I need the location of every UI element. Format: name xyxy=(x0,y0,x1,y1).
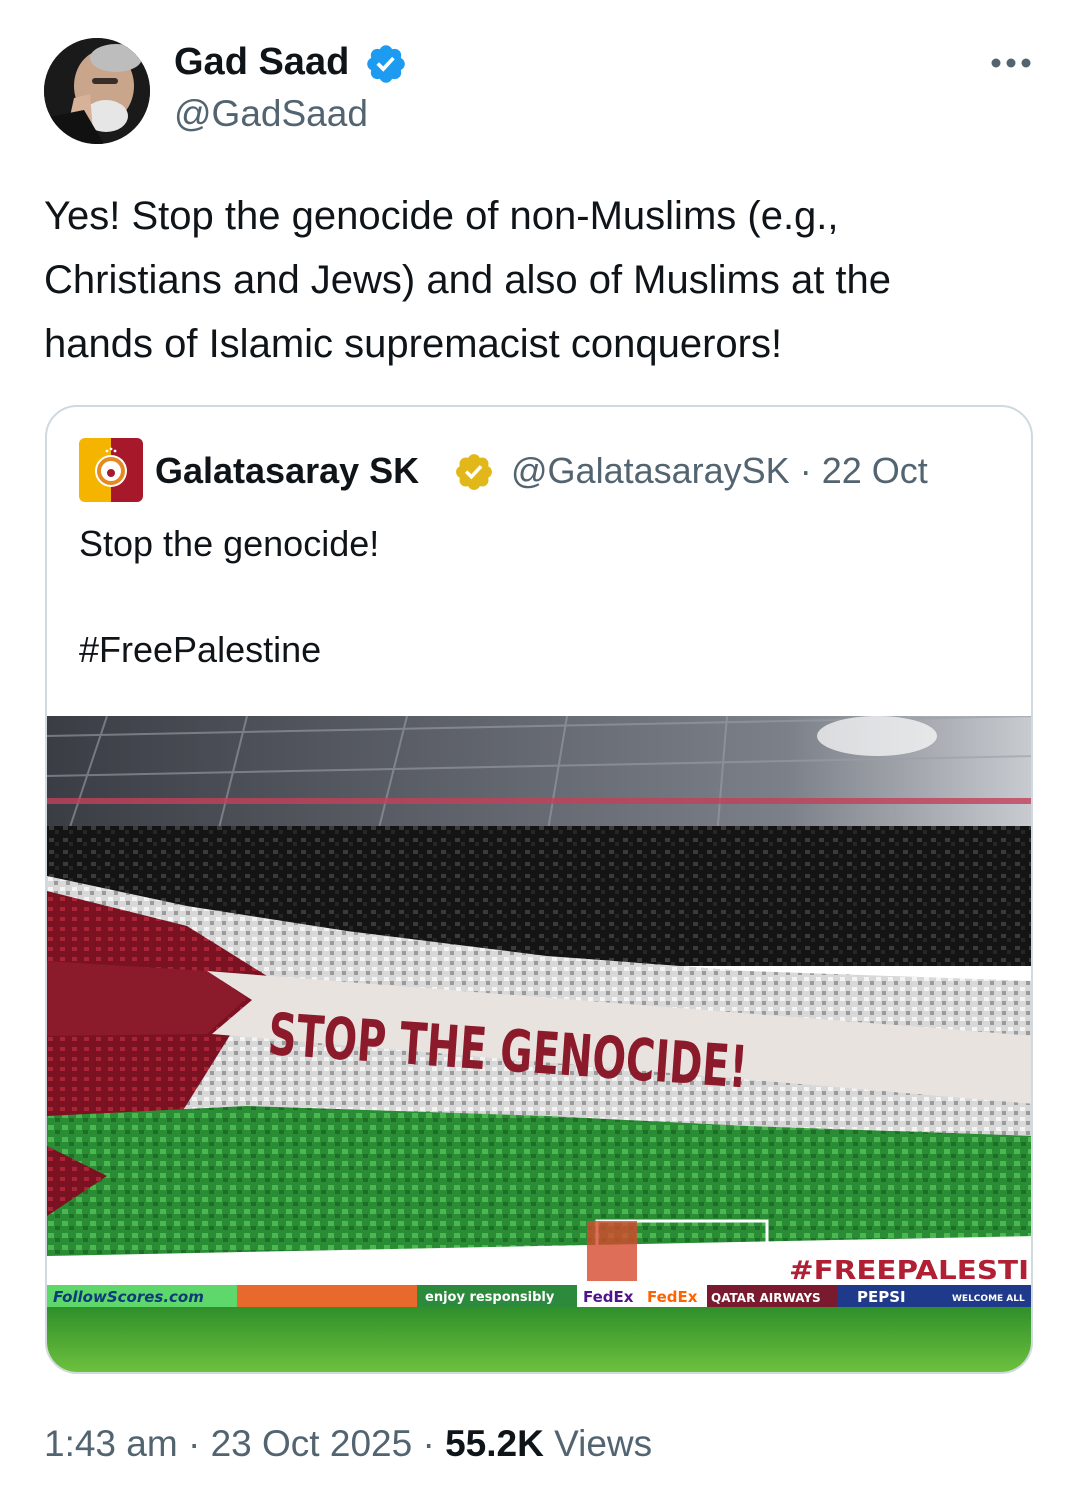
ad-board-2: enjoy responsibly xyxy=(425,1290,555,1305)
galatasaray-logo xyxy=(79,438,143,502)
gold-verified-badge-icon[interactable] xyxy=(453,451,495,493)
avatar-photo xyxy=(44,38,150,144)
stadium-photo[interactable]: STOP THE GENOCIDE! #FREEPALESTI FollowSc… xyxy=(47,716,1033,1374)
tweet-date[interactable]: 23 Oct 2025 xyxy=(211,1423,413,1464)
meta-separator: · xyxy=(799,450,812,491)
footer-separator: · xyxy=(187,1423,201,1464)
quoted-tweet-text: Stop the genocide! #FreePalestine xyxy=(79,523,380,670)
ad-board-1: FollowScores.com xyxy=(53,1288,204,1306)
quoted-author-avatar[interactable] xyxy=(79,438,143,502)
ad-board-3: FedEx xyxy=(583,1288,634,1306)
verified-badge-icon[interactable] xyxy=(364,42,408,86)
more-icon[interactable] xyxy=(988,48,1034,78)
quoted-meta: @GalatasaraySK · 22 Oct xyxy=(511,449,928,493)
ad-board-4: FedEx xyxy=(647,1288,698,1306)
footer-separator: · xyxy=(422,1423,435,1464)
author-avatar[interactable] xyxy=(44,38,150,144)
ad-board-6: PEPSI xyxy=(857,1288,906,1306)
ad-board-5: QATAR AIRWAYS xyxy=(711,1291,821,1305)
views-count[interactable]: 55.2K xyxy=(445,1423,544,1464)
ad-board-7: WELCOME ALL xyxy=(952,1294,1025,1304)
quoted-author-name[interactable]: Galatasaray SK xyxy=(155,449,419,493)
quoted-tweet-card[interactable]: Galatasaray SK @GalatasaraySK · 22 Oct S… xyxy=(45,405,1033,1374)
quoted-date[interactable]: 22 Oct xyxy=(822,450,928,491)
author-name[interactable]: Gad Saad xyxy=(174,40,349,84)
tweet-footer: 1:43 am · 23 Oct 2025 · 55.2K Views xyxy=(44,1422,652,1466)
tweet-time[interactable]: 1:43 am xyxy=(44,1423,178,1464)
views-label: Views xyxy=(554,1423,653,1464)
quoted-author-handle[interactable]: @GalatasaraySK xyxy=(511,450,790,491)
hashtag-board: #FREEPALESTI xyxy=(789,1256,1029,1286)
author-handle[interactable]: @GadSaad xyxy=(174,92,368,136)
tweet-text: Yes! Stop the genocide of non-Muslims (e… xyxy=(44,194,892,366)
